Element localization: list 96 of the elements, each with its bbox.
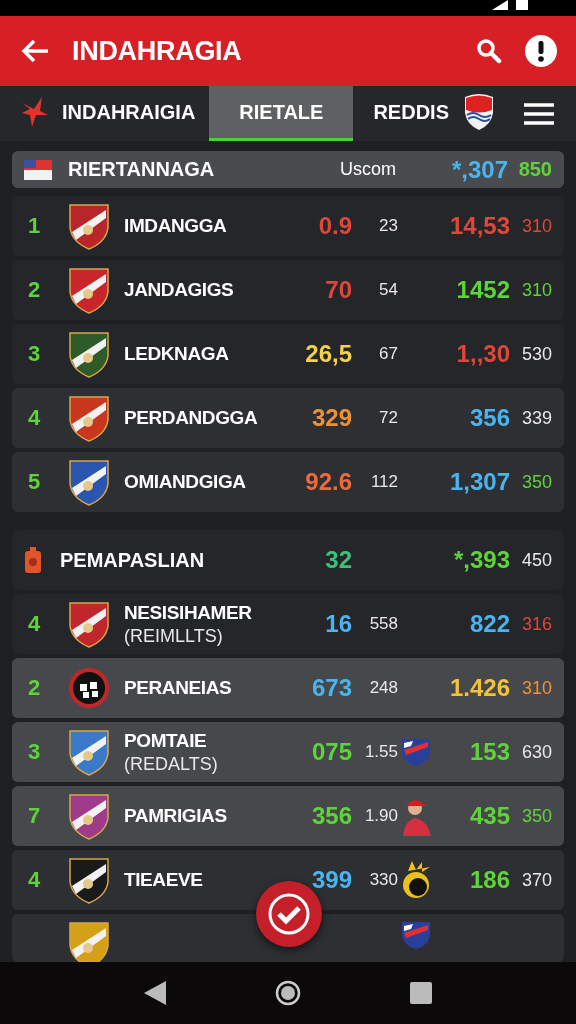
team-name: JANDAGIGS [124,279,235,301]
rank-number: 1 [27,213,42,239]
stat-value: *,307 [450,155,508,184]
flag-shield-icon [401,737,431,767]
rank-number: 7 [27,803,42,829]
stat-value: 850 [517,158,552,181]
stat-value: 310 [520,215,552,237]
team-name: LEDKNAGA [124,343,230,365]
stat-value: 26,5 [304,340,352,368]
stat-value: 1.426 [448,674,510,702]
team-note: (REDALTS) [124,753,219,775]
row-card[interactable]: 4 PERDANDGGA 329 72 356 339 [12,388,564,448]
stat-value: 1,307 [448,468,510,496]
group-name: RIERTANNAGA [68,158,216,181]
team-name: PERANEIAS [124,677,233,699]
stat-value: 350 [520,805,552,827]
team-name: PERDANDGGA [124,407,259,429]
team-name: TIEAEVE [124,869,204,891]
stat-value: 186 [468,866,510,894]
stat-value: 370 [520,869,552,891]
rank-number: 3 [27,739,42,765]
row-card[interactable]: 5 OMIANDGIGA 92.6 112 1,307 350 [12,452,564,512]
battery-icon [516,0,528,10]
stat-value: 72 [378,408,398,428]
stat-value: 530 [520,343,552,365]
group-label: Uscom [339,159,397,180]
stat-value: 14,53 [448,212,510,240]
team-note: (REIMLLTS) [124,625,224,647]
rank-number: 3 [27,341,42,367]
stat-value: 0.9 [317,212,352,240]
stat-value: 350 [520,471,552,493]
tab[interactable]: INDAHRAIGIA [0,86,210,141]
rank-number: 4 [27,405,42,431]
stat-value: *,393 [452,546,510,574]
stat-value: 67 [378,344,398,364]
stat-value: 316 [520,613,552,635]
stat-value: 075 [310,738,352,766]
stat-value: 450 [520,549,552,571]
flag-shield-icon [401,920,431,950]
team-name: OMIANDGIGA [124,471,247,493]
team-name: IMDANGGA [124,215,228,237]
stat-value: 1,,30 [455,340,510,368]
stat-value: 153 [468,738,510,766]
recents-nav-button[interactable] [409,982,432,1004]
flag-icon [24,159,52,180]
rank-number: 2 [27,675,42,701]
stat-value: 329 [310,404,352,432]
stat-value: 1.55 [363,742,398,762]
team-name: PAMRIGIAS [124,805,228,827]
search-button[interactable] [476,38,502,64]
stat-value: 54 [378,280,398,300]
stat-value: 310 [520,677,552,699]
stat-value: 399 [310,866,352,894]
rank-number: 2 [27,277,42,303]
back-nav-button[interactable] [144,981,167,1005]
crest-icon [463,93,495,131]
stat-value: 673 [310,674,352,702]
stat-value: 1452 [455,276,510,304]
team-name: POMTAIE [124,729,208,752]
row-card[interactable] [12,914,564,962]
stat-value: 822 [468,610,510,638]
stat-value: 248 [368,678,398,698]
menu-button[interactable] [524,102,554,125]
signal-icon [492,0,508,10]
app-title: INDAHRAGIA [72,35,243,67]
stat-value: 70 [324,276,352,304]
stat-value: 92.6 [304,468,352,496]
row-card[interactable]: 7 PAMRIGIAS 356 1.90 435 350 [12,786,564,846]
star-icon [20,97,48,127]
rank-number: 4 [27,611,42,637]
section-icon [24,547,42,573]
stat-value: 356 [310,802,352,830]
section-name: PEMAPASLIAN [59,548,206,572]
stat-value: 32 [324,546,352,574]
tab[interactable]: RIETALE [209,86,354,141]
stat-value: 435 [468,802,510,830]
rank-number: 4 [27,867,42,893]
row-card[interactable]: 3 POMTAIE (REDALTS) 075 1.55 153 630 [12,722,564,782]
team-name: NESISIHAMER [124,601,253,624]
stat-value: 310 [520,279,552,301]
alert-button[interactable] [524,34,558,68]
row-card[interactable]: 2 PERANEIAS 673 248 1.426 310 [12,658,564,718]
stat-value: 330 [368,870,398,890]
stat-value: 356 [468,404,510,432]
stat-value: 112 [369,472,398,492]
stat-value: 630 [520,741,552,763]
stat-value: 339 [520,407,552,429]
back-button[interactable] [20,38,50,64]
home-nav-button[interactable] [275,980,301,1006]
stat-value: 16 [324,610,352,638]
row-card[interactable]: 4 TIEAEVE 399 330 186 370 [12,850,564,910]
stat-value: 23 [378,216,398,236]
stat-value: 558 [368,614,398,634]
rank-number: 5 [27,469,42,495]
tab[interactable]: REDDIS [353,86,509,141]
stat-value: 1.90 [363,806,398,826]
